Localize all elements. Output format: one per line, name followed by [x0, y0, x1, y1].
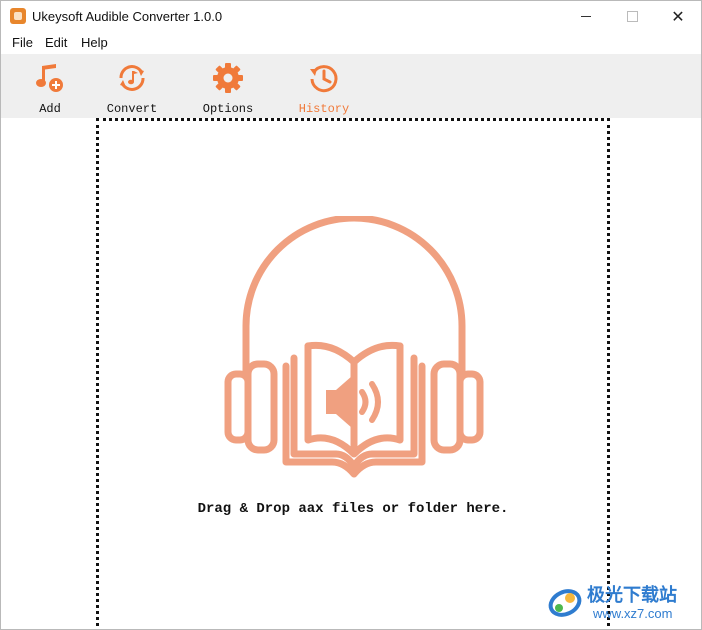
drop-zone[interactable]: Drag & Drop aax files or folder here. — [96, 118, 610, 629]
watermark-logo-icon — [548, 589, 582, 617]
history-clock-icon — [310, 65, 338, 93]
menu-edit[interactable]: Edit — [45, 35, 67, 50]
music-convert-icon — [119, 65, 145, 91]
menu-bar: File Edit Help — [1, 32, 701, 53]
maximize-button[interactable] — [609, 1, 655, 32]
toolbar: Add Convert Options History — [1, 54, 701, 118]
drop-instructions: Drag & Drop aax files or folder here. — [197, 501, 509, 517]
app-window: Ukeysoft Audible Converter 1.0.0 ✕ File … — [0, 0, 702, 630]
menu-file[interactable]: File — [12, 35, 33, 50]
minimize-icon — [581, 16, 591, 17]
add-button[interactable]: Add — [15, 60, 85, 116]
window-title: Ukeysoft Audible Converter 1.0.0 — [32, 9, 223, 24]
menu-help[interactable]: Help — [81, 35, 108, 50]
history-button[interactable]: History — [289, 60, 359, 116]
convert-label: Convert — [106, 102, 158, 116]
headphones-audiobook-icon — [224, 216, 484, 478]
music-add-icon — [36, 64, 63, 92]
watermark-title: 极光下载站 — [587, 585, 677, 606]
close-icon: ✕ — [671, 7, 685, 26]
gear-icon — [213, 63, 243, 93]
app-logo-icon — [10, 8, 26, 24]
history-label: History — [298, 102, 350, 116]
options-button[interactable]: Options — [193, 60, 263, 116]
options-label: Options — [202, 102, 254, 116]
watermark-url: www.xz7.com — [593, 606, 673, 621]
minimize-button[interactable] — [563, 1, 609, 32]
add-label: Add — [39, 102, 61, 116]
title-bar: Ukeysoft Audible Converter 1.0.0 ✕ — [1, 1, 701, 32]
maximize-icon — [626, 11, 638, 22]
convert-button[interactable]: Convert — [97, 60, 167, 116]
close-button[interactable]: ✕ — [655, 1, 701, 32]
watermark: 极光下载站 www.xz7.com — [541, 579, 701, 629]
